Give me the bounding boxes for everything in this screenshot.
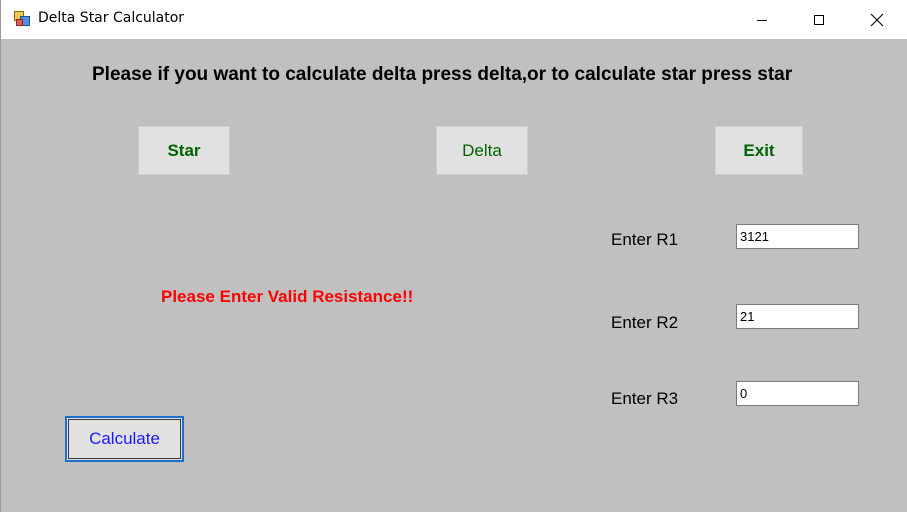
calculate-button[interactable]: Calculate: [65, 416, 184, 462]
delta-button[interactable]: Delta: [436, 126, 528, 175]
minimize-icon: [757, 19, 767, 21]
instructions-label: Please if you want to calculate delta pr…: [92, 64, 793, 85]
star-button[interactable]: Star: [138, 126, 230, 175]
close-icon: [870, 13, 884, 26]
r2-label: Enter R2: [611, 313, 679, 332]
maximize-button[interactable]: [796, 0, 842, 39]
form-client-area: Please if you want to calculate delta pr…: [1, 39, 907, 512]
r1-input[interactable]: [736, 224, 859, 249]
r3-input[interactable]: [736, 381, 859, 406]
window-title: Delta Star Calculator: [38, 10, 185, 26]
exit-button[interactable]: Exit: [715, 126, 803, 175]
maximize-icon: [814, 14, 824, 25]
title-bar[interactable]: Delta Star Calculator: [1, 0, 907, 39]
minimize-button[interactable]: [739, 0, 785, 39]
r2-input[interactable]: [736, 304, 859, 329]
r3-label: Enter R3: [611, 389, 679, 408]
r1-label: Enter R1: [611, 230, 679, 249]
app-icon: [14, 11, 30, 27]
app-window: Delta Star Calculator Please if you want…: [0, 0, 907, 512]
error-message: Please Enter Valid Resistance!!: [161, 287, 414, 306]
close-button[interactable]: [854, 0, 900, 39]
